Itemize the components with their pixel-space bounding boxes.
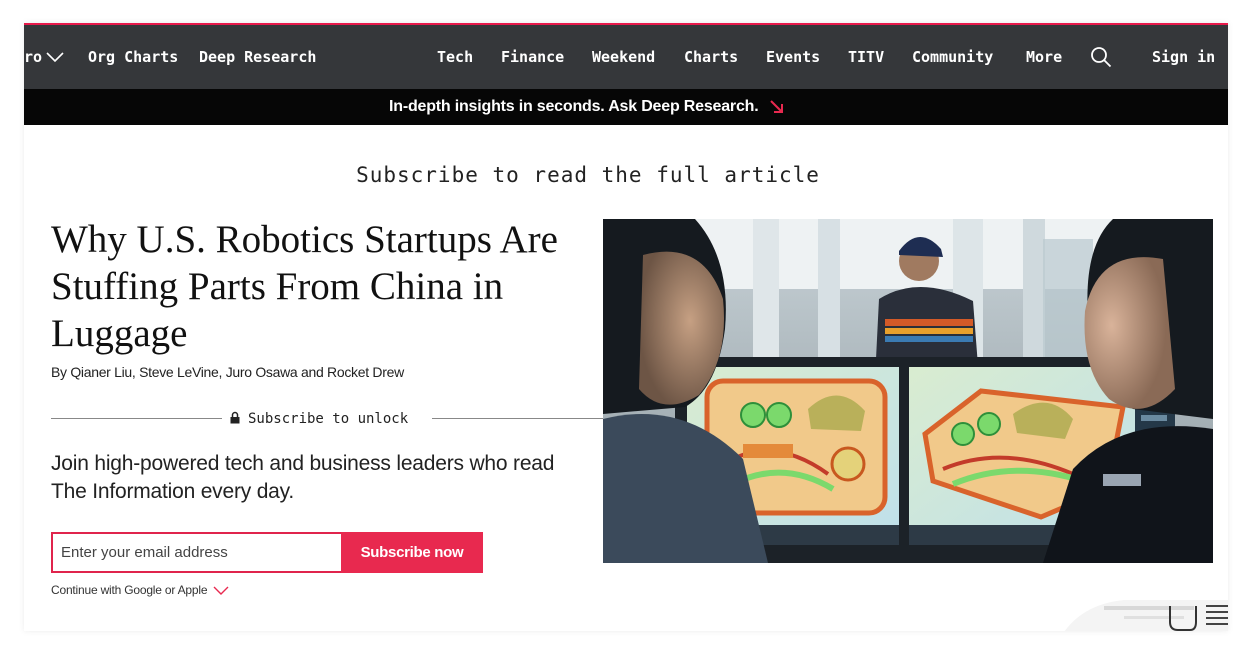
nav-item-titv[interactable]: TITV: [848, 25, 884, 89]
lock-icon: [230, 411, 240, 424]
continue-with-google-apple[interactable]: Continue with Google or Apple: [51, 583, 229, 597]
nav-item-partial[interactable]: ro: [24, 25, 42, 89]
nav-item-tech[interactable]: Tech: [437, 25, 473, 89]
chevron-down-icon[interactable]: [213, 586, 229, 596]
nav-item-org-charts[interactable]: Org Charts: [88, 25, 178, 89]
promo-banner: In-depth insights in seconds. Ask Deep R…: [24, 89, 1228, 125]
nav-item-weekend[interactable]: Weekend: [592, 25, 655, 89]
nav-item-community[interactable]: Community: [912, 25, 993, 89]
arrow-down-right-icon[interactable]: [769, 99, 785, 115]
email-input[interactable]: [51, 532, 341, 573]
nav-item-finance[interactable]: Finance: [501, 25, 564, 89]
article-byline: By Qianer Liu, Steve LeVine, Juro Osawa …: [51, 364, 404, 380]
nav-item-charts[interactable]: Charts: [684, 25, 738, 89]
nav-item-events[interactable]: Events: [766, 25, 820, 89]
top-nav: ro Org Charts Deep Research Tech Finance…: [24, 25, 1228, 89]
sign-in-button[interactable]: Sign in: [1152, 25, 1215, 89]
page-frame: ro Org Charts Deep Research Tech Finance…: [24, 23, 1228, 631]
nav-item-deep-research[interactable]: Deep Research: [199, 25, 316, 89]
hero-image: [603, 219, 1213, 563]
chevron-down-icon[interactable]: [46, 50, 64, 64]
continue-label: Continue with Google or Apple: [51, 583, 208, 597]
promo-link[interactable]: In-depth insights in seconds. Ask Deep R…: [389, 89, 759, 125]
divider-right: [432, 418, 604, 419]
subscribe-now-button[interactable]: Subscribe now: [341, 532, 483, 573]
signup-form: Subscribe now: [51, 532, 483, 573]
subscribe-pitch: Join high-powered tech and business lead…: [51, 452, 555, 503]
search-icon[interactable]: [1090, 46, 1112, 68]
subscribe-heading: Subscribe to read the full article: [356, 163, 820, 187]
article-title: Why U.S. Robotics Startups Are Stuffing …: [51, 218, 558, 355]
unlock-label: Subscribe to unlock: [248, 411, 409, 427]
divider-left: [51, 418, 222, 419]
floating-control-widget[interactable]: [1064, 600, 1228, 631]
subscribe-to-unlock: Subscribe to unlock: [230, 409, 408, 429]
nav-item-more[interactable]: More: [1026, 25, 1062, 89]
